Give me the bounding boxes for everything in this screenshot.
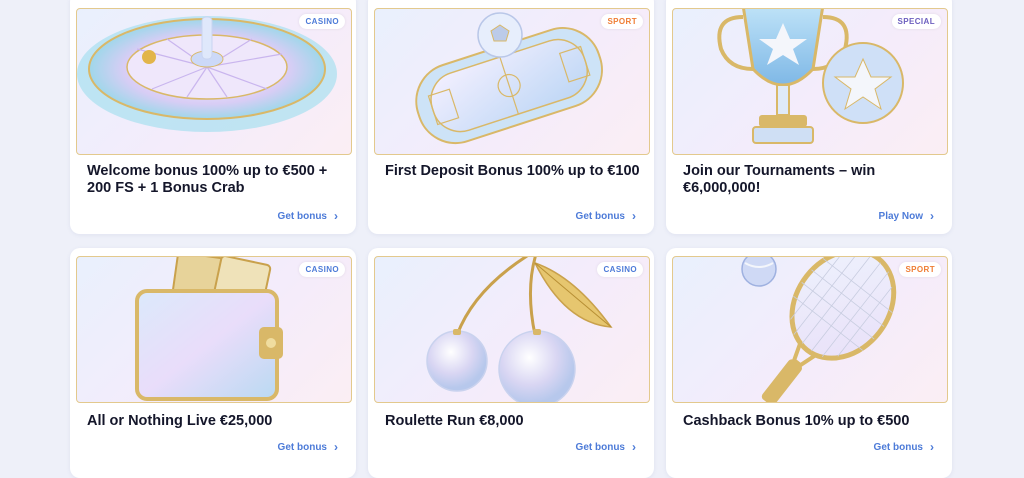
tennis-racket-illustration: [741, 257, 897, 402]
promo-title: All or Nothing Live €25,000: [87, 413, 273, 429]
chevron-right-icon: ›: [334, 440, 338, 454]
promo-card-all-or-nothing[interactable]: CASINO All or Nothing Live €25,000 Get b…: [70, 248, 356, 478]
promo-image-stadium: SPORT: [374, 8, 650, 155]
get-bonus-link[interactable]: Get bonus ›: [576, 209, 636, 223]
promo-card-cashback[interactable]: SPORT Cashback Bonus 10% up to €500 Get …: [666, 248, 952, 478]
cta-label: Get bonus: [277, 441, 327, 453]
promo-title: Join our Tournaments – win €6,000,000!: [683, 163, 876, 196]
roulette-wheel-illustration: [77, 16, 337, 132]
promotions-grid: CASINO Welcome bonus 100% up to €500 + 2…: [70, 0, 952, 478]
promo-image-trophy: SPECIAL: [672, 8, 948, 155]
promo-card-roulette-run[interactable]: CASINO Roulette Run €8,000 Get bonus ›: [368, 248, 654, 478]
cta-label: Play Now: [878, 210, 923, 222]
get-bonus-link[interactable]: Get bonus ›: [278, 440, 338, 454]
category-badge: CASINO: [299, 14, 345, 29]
cherries-illustration: [426, 257, 613, 402]
chevron-right-icon: ›: [632, 209, 636, 223]
promo-title: Roulette Run €8,000: [385, 413, 524, 429]
category-badge: SPORT: [899, 262, 941, 277]
promo-card-tournaments[interactable]: SPECIAL Join our Tournaments – win €6,00…: [666, 0, 952, 234]
wallet-illustration: [135, 257, 283, 401]
get-bonus-link[interactable]: Get bonus ›: [278, 209, 338, 223]
category-badge: SPECIAL: [891, 14, 941, 29]
promo-title: Cashback Bonus 10% up to €500: [683, 413, 910, 429]
category-badge: CASINO: [299, 262, 345, 277]
get-bonus-link[interactable]: Get bonus ›: [576, 440, 636, 454]
cta-label: Get bonus: [575, 441, 625, 453]
promo-title: First Deposit Bonus 100% up to €100: [385, 163, 640, 179]
chevron-right-icon: ›: [632, 440, 636, 454]
promo-image-tennis: SPORT: [672, 256, 948, 403]
promo-title: Welcome bonus 100% up to €500 + 200 FS +…: [87, 163, 328, 196]
get-bonus-link[interactable]: Get bonus ›: [874, 440, 934, 454]
stadium-illustration: [415, 12, 603, 145]
trophy-illustration: [717, 9, 904, 144]
chevron-right-icon: ›: [930, 209, 934, 223]
play-now-link[interactable]: Play Now ›: [879, 209, 934, 223]
cta-label: Get bonus: [873, 441, 923, 453]
promo-image-cherries: CASINO: [374, 256, 650, 403]
promo-image-roulette: CASINO: [76, 8, 352, 155]
promo-card-first-deposit[interactable]: SPORT First Deposit Bonus 100% up to €10…: [368, 0, 654, 234]
category-badge: CASINO: [597, 262, 643, 277]
promo-image-wallet: CASINO: [76, 256, 352, 403]
cta-label: Get bonus: [277, 210, 327, 222]
category-badge: SPORT: [601, 14, 643, 29]
promo-card-welcome-bonus[interactable]: CASINO Welcome bonus 100% up to €500 + 2…: [70, 0, 356, 234]
chevron-right-icon: ›: [334, 209, 338, 223]
chevron-right-icon: ›: [930, 440, 934, 454]
cta-label: Get bonus: [575, 210, 625, 222]
